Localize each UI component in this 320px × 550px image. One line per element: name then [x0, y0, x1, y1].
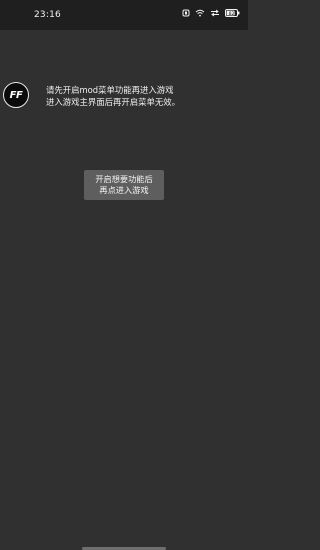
- enter-game-button-line-2: 再点进入游戏: [99, 185, 149, 195]
- enter-game-button-line-1: 开启想要功能后: [95, 174, 153, 184]
- battery-icon: 82: [225, 9, 240, 17]
- data-arrows-icon: [211, 9, 219, 17]
- instruction-line-2: 进入游戏主界面后再开启菜单无效。: [46, 97, 180, 107]
- instruction-message: 请先开启mod菜单功能再进入游戏 进入游戏主界面后再开启菜单无效。: [46, 84, 246, 108]
- nfc-icon: [182, 9, 190, 17]
- status-bar: 23:16 82: [0, 0, 248, 30]
- status-icons: 82: [182, 9, 240, 17]
- status-time: 23:16: [34, 10, 61, 20]
- battery-level-text: 82: [229, 11, 235, 17]
- app-logo: FF: [3, 82, 29, 108]
- wifi-icon: [195, 9, 205, 17]
- logo-text: FF: [9, 89, 23, 101]
- enter-game-button[interactable]: 开启想要功能后 再点进入游戏: [84, 170, 164, 200]
- instruction-line-1: 请先开启mod菜单功能再进入游戏: [46, 85, 174, 95]
